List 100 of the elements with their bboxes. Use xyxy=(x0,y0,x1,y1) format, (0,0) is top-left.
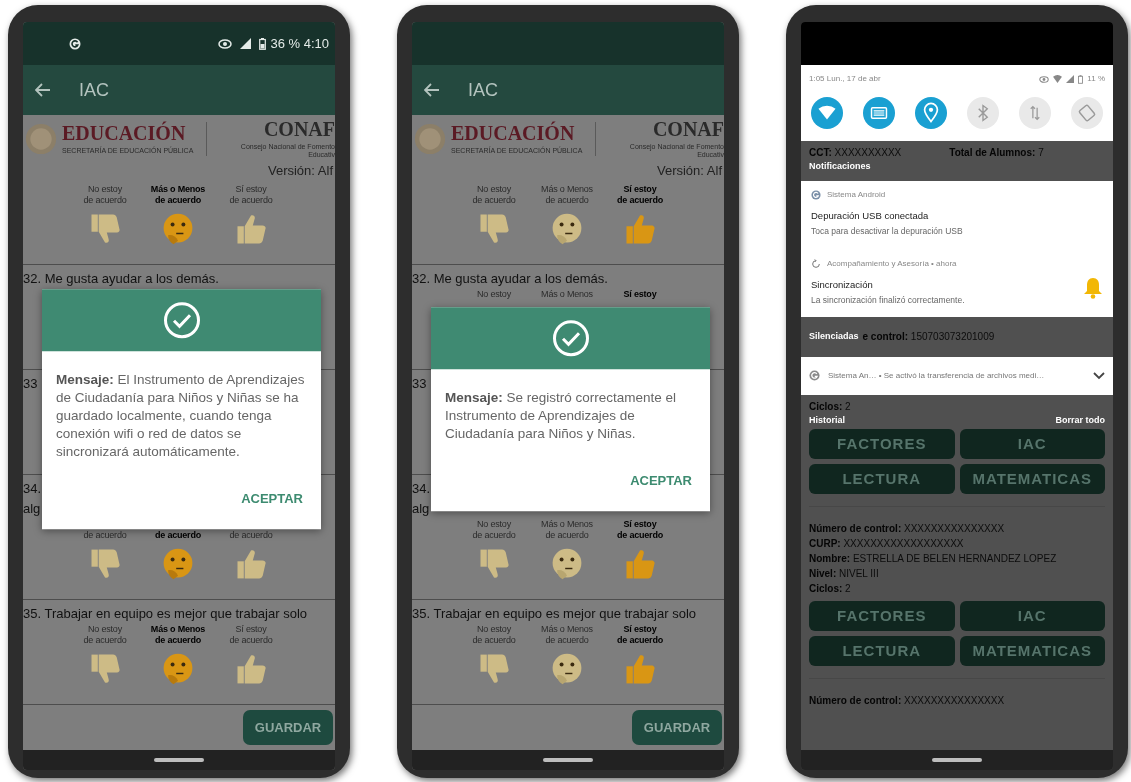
question-text: 32. Me gusta ayudar a los demás. xyxy=(23,270,219,288)
nfc-toggle[interactable] xyxy=(863,97,895,129)
option-label: Sí estoy xyxy=(623,624,657,635)
option-label: de acuerdo xyxy=(83,195,127,206)
screen-title: IAC xyxy=(79,78,109,102)
option-label: de acuerdo xyxy=(472,195,516,206)
status-time: 36 % 4:10 xyxy=(270,34,329,53)
wifi-toggle[interactable] xyxy=(811,97,843,129)
option-label: Sí estoy xyxy=(623,519,657,530)
shade-clock: 1:05 Lun., 17 de abr xyxy=(809,73,881,85)
battery-icon xyxy=(1078,74,1084,84)
option-label: No estoy xyxy=(88,184,122,195)
student-field: Número de control: XXXXXXXXXXXXXXX xyxy=(809,521,1105,536)
notification-text: La sincronización finalizó correctamente. xyxy=(811,293,966,307)
option-label: de acuerdo xyxy=(83,635,127,646)
menu-button[interactable]: LECTURA xyxy=(809,636,955,666)
option-label: de acuerdo xyxy=(155,530,201,541)
menu-button[interactable]: IAC xyxy=(959,601,1105,631)
notification-text: Toca para desactivar la depuración USB xyxy=(811,224,964,238)
save-button[interactable]: GUARDAR xyxy=(632,710,722,745)
option-label: No estoy xyxy=(477,184,511,195)
location-toggle[interactable] xyxy=(915,97,947,129)
rotate-toggle[interactable] xyxy=(1071,97,1103,129)
option-label: Más o Menos xyxy=(541,624,593,635)
option-label: No estoy xyxy=(477,289,511,300)
option-label: de acuerdo xyxy=(545,635,589,646)
student-field: Nombre: ESTRELLA DE BELEN HERNANDEZ LOPEZ xyxy=(809,551,1105,566)
home-indicator[interactable] xyxy=(154,758,204,762)
option-label: Más o Menos xyxy=(541,289,593,300)
option-label: Más o Menos xyxy=(150,184,206,195)
check-circle-icon xyxy=(551,319,590,358)
option-label: No estoy xyxy=(477,519,511,530)
app-icon xyxy=(809,370,820,381)
option-label: de acuerdo xyxy=(229,195,273,206)
battery-icon xyxy=(259,37,267,50)
partner-logo-text: CONAF xyxy=(651,118,724,139)
menu-button[interactable]: FACTORES xyxy=(809,429,955,459)
option-label: de acuerdo xyxy=(472,635,516,646)
home-indicator[interactable] xyxy=(932,758,982,762)
notification-app-name: Acompañamiento y Asesoría • ahora xyxy=(827,257,957,270)
list-text: e control: 150703073201009 xyxy=(862,330,995,344)
clear-all-link[interactable]: Borrar todo xyxy=(1055,413,1105,427)
accept-button[interactable]: ACEPTAR xyxy=(231,485,313,513)
bluetooth-toggle[interactable] xyxy=(967,97,999,129)
app-icon xyxy=(811,189,821,200)
data-toggle[interactable] xyxy=(1019,97,1051,129)
partner-logo-text: CONAF xyxy=(262,118,335,139)
student-field: Número de control: XXXXXXXXXXXXXXX xyxy=(809,693,1105,708)
option-label: de acuerdo xyxy=(545,195,589,206)
option-label: de acuerdo xyxy=(155,195,201,206)
check-circle-icon xyxy=(162,301,201,340)
brand-title: EDUCACIÓN xyxy=(451,122,576,143)
emblem-icon xyxy=(414,122,446,155)
back-arrow-icon[interactable] xyxy=(424,83,440,97)
option-label: de acuerdo xyxy=(472,530,516,541)
sync-icon xyxy=(811,258,821,269)
option-label: de acuerdo xyxy=(617,530,663,541)
brand-title: EDUCACIÓN xyxy=(62,122,187,143)
list-text: Total de Alumnos: 7 xyxy=(949,146,1044,160)
option-label: de acuerdo xyxy=(229,635,273,646)
option-label: de acuerdo xyxy=(83,530,127,541)
option-label: Sí estoy xyxy=(623,184,657,195)
notification-title: Sincronización xyxy=(811,277,874,292)
menu-button[interactable]: IAC xyxy=(959,429,1105,459)
accept-button[interactable]: ACEPTAR xyxy=(620,467,702,495)
option-label: Más o Menos xyxy=(541,519,593,530)
dialog-message: Mensaje: El Instrumento de Aprendizajes de Ciudadanía para Niños y Niñas se ha guardado localmente, cuando tenga conexión wifi o red de datos se sincronizará automáticamente. xyxy=(55,371,306,462)
eye-icon xyxy=(1039,75,1050,83)
option-label: No estoy xyxy=(477,624,511,635)
menu-button[interactable]: MATEMATICAS xyxy=(959,636,1105,666)
notification-app-icon xyxy=(69,37,81,50)
menu-button[interactable]: MATEMATICAS xyxy=(959,464,1105,494)
history-label: Historial xyxy=(809,413,845,427)
student-field: Ciclos: 2 xyxy=(809,581,1105,596)
option-label: Más o Menos xyxy=(541,184,593,195)
menu-button[interactable]: LECTURA xyxy=(809,464,955,494)
menu-button[interactable]: FACTORES xyxy=(809,601,955,631)
chevron-down-icon[interactable] xyxy=(1093,371,1105,380)
list-text: Ciclos: 2 xyxy=(809,399,852,414)
signal-icon xyxy=(240,38,252,49)
silenced-notification[interactable]: Sistema An… • Se activó la transferencia de archivos medi… xyxy=(801,356,1113,395)
question-text: 34. xyxy=(23,480,42,498)
eye-icon xyxy=(218,38,233,49)
home-indicator[interactable] xyxy=(543,758,593,762)
question-text: 34. xyxy=(412,480,431,498)
question-text: 35. Trabajar en equipo es mejor que trabajar solo xyxy=(23,605,307,623)
emblem-icon xyxy=(25,122,57,155)
question-text: 35. Trabajar en equipo es mejor que trabajar solo xyxy=(412,605,696,623)
dialog-message: Mensaje: Se registró correctamente el Instrumento de Aprendizajes de Ciudadanía para Niños y Niñas. xyxy=(444,389,678,444)
signal-icon xyxy=(1066,75,1075,83)
back-arrow-icon[interactable] xyxy=(35,83,51,97)
student-field: CURP: XXXXXXXXXXXXXXXXXX xyxy=(809,536,1105,551)
option-label: Sí estoy xyxy=(623,289,657,300)
question-text: alg xyxy=(412,500,430,518)
option-label: Sí estoy xyxy=(235,184,267,195)
option-label: de acuerdo xyxy=(617,195,663,206)
save-button[interactable]: GUARDAR xyxy=(243,710,333,745)
option-label: de acuerdo xyxy=(229,530,273,541)
option-label: de acuerdo xyxy=(155,635,201,646)
battery-level: 11 % xyxy=(1087,73,1105,85)
